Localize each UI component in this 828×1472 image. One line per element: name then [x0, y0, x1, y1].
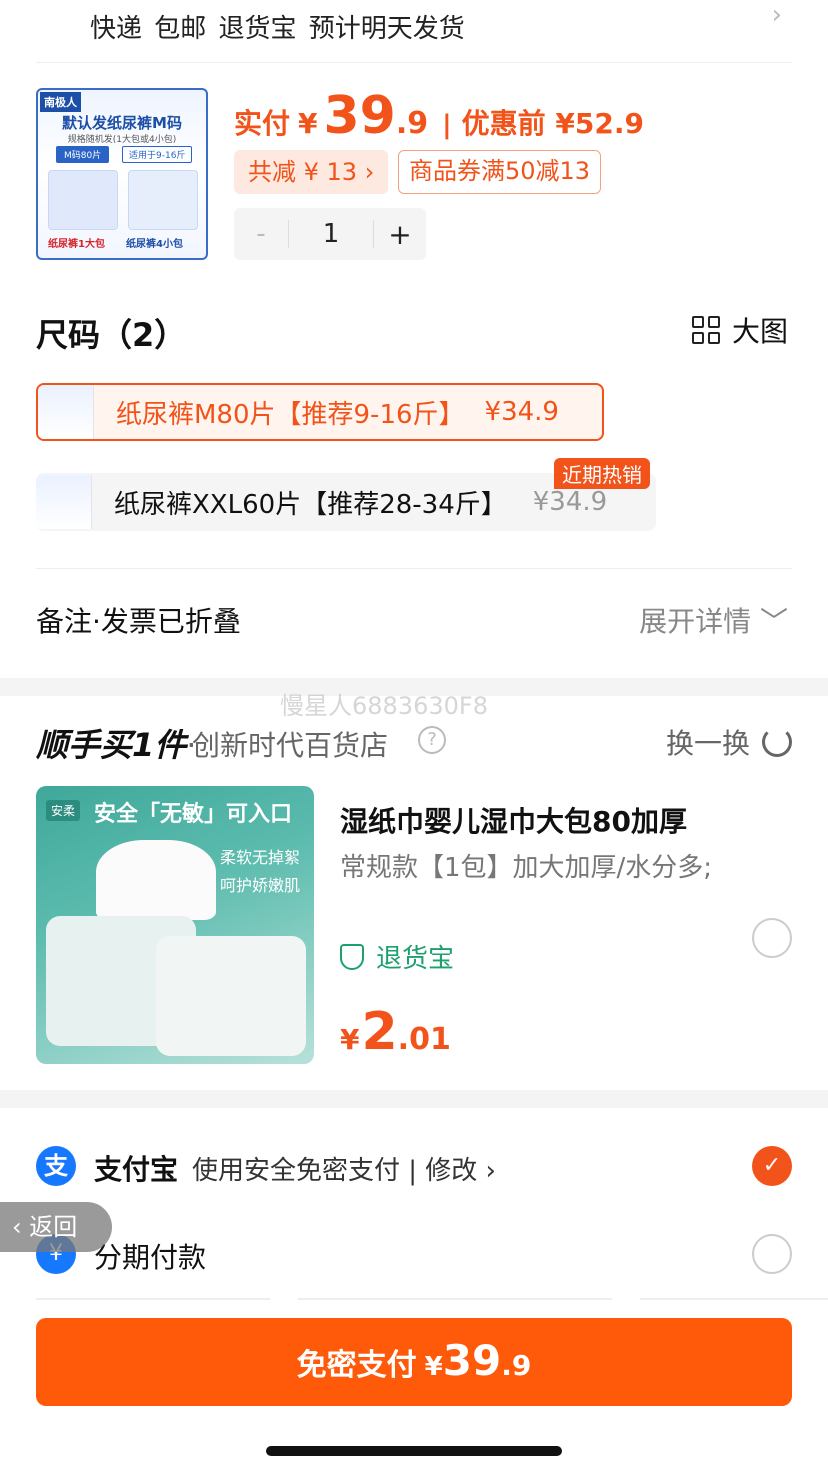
- payment-dividers: [0, 1298, 828, 1300]
- shield-check-icon: [340, 943, 364, 970]
- option-price: ¥34.9: [484, 397, 559, 427]
- add-wipes-radio[interactable]: [752, 918, 792, 958]
- image-label-left: 纸尿裤1大包: [48, 239, 105, 250]
- price-separator: |: [442, 110, 452, 140]
- divider: [640, 1298, 828, 1300]
- refresh-icon: [762, 727, 792, 757]
- alipay-icon: 支: [36, 1146, 76, 1186]
- return-label: 退货宝: [376, 944, 455, 974]
- wipes-spec: 常规款【1包】加大加厚/水分多;: [340, 853, 713, 883]
- divider: [36, 62, 792, 63]
- option-thumbnail: [38, 385, 94, 439]
- product-image[interactable]: 南极人 默认发纸尿裤M码 规格随机发(1大包或4小包) M码80片 适用于9-1…: [36, 88, 208, 260]
- quantity-stepper: - 1 +: [234, 208, 426, 260]
- image-size-tag: M码80片: [56, 146, 110, 163]
- wipes-title[interactable]: 湿纸巾婴儿湿巾大包80加厚: [340, 800, 687, 840]
- quantity-value[interactable]: 1: [289, 219, 373, 249]
- price-label: 实付: [234, 107, 291, 140]
- installment-radio[interactable]: [752, 1234, 792, 1274]
- divider: [36, 568, 792, 569]
- image-headline: 安全「无敏」可入口: [94, 802, 293, 827]
- option-name: 纸尿裤M80片【推荐9-16斤】: [116, 399, 465, 430]
- package-illustration: [128, 170, 198, 230]
- image-weight-tag: 适用于9-16斤: [122, 146, 193, 163]
- back-button[interactable]: ‹ 返回: [0, 1202, 112, 1252]
- shipping-info: 快递 包邮 退货宝 预计明天发货: [90, 14, 465, 44]
- divider: [298, 1298, 612, 1300]
- wipes-price: ¥ 2 .01: [340, 1002, 451, 1062]
- grid-icon: [691, 316, 720, 344]
- option-thumbnail: [36, 475, 92, 529]
- increase-button[interactable]: +: [374, 218, 426, 251]
- image-feature: 柔软无掉絮: [219, 848, 300, 867]
- shop-name[interactable]: 创新时代百货店: [192, 724, 388, 764]
- price-decimal: .9: [395, 106, 429, 141]
- alipay-label[interactable]: 支付宝: [94, 1148, 178, 1188]
- original-price: 优惠前 ¥52.9: [461, 107, 644, 140]
- currency-symbol: ¥: [298, 107, 318, 140]
- package-illustration: [156, 936, 306, 1056]
- brand-logo: 安柔: [46, 800, 81, 821]
- watermark: 慢星人6883630F8: [280, 692, 488, 720]
- note-invoice-label: 备注·发票已折叠: [36, 605, 241, 638]
- decrease-button[interactable]: -: [234, 219, 288, 249]
- installment-label[interactable]: 分期付款: [94, 1236, 206, 1276]
- home-indicator[interactable]: [266, 1446, 562, 1456]
- discount-chip[interactable]: 共减 ¥ 13 ›: [234, 150, 389, 194]
- brand-logo: 南极人: [40, 92, 81, 112]
- package-illustration: [48, 170, 118, 230]
- image-label-right: 纸尿裤4小包: [126, 239, 183, 250]
- help-icon[interactable]: ?: [418, 726, 446, 754]
- price-integer: 39: [323, 86, 396, 146]
- shipping-chevron-icon[interactable]: ›: [772, 0, 782, 30]
- return-guarantee: 退货宝: [340, 938, 454, 975]
- big-image-label: 大图: [731, 315, 788, 348]
- option-name: 纸尿裤XXL60片【推荐28-34斤】: [114, 489, 507, 520]
- tissue-illustration: [96, 840, 216, 920]
- big-image-toggle[interactable]: 大图: [691, 310, 788, 350]
- hot-sale-badge: 近期热销: [554, 458, 650, 489]
- price-row: 实付 ¥ 39 .9 | 优惠前 ¥52.9: [234, 86, 644, 146]
- size-option-m80[interactable]: 纸尿裤M80片【推荐9-16斤】 ¥34.9: [36, 383, 604, 441]
- expand-details-button[interactable]: 展开详情 ﹀: [639, 600, 788, 640]
- divider: [36, 1298, 270, 1300]
- swap-label: 换一换: [665, 727, 750, 760]
- alipay-desc[interactable]: 使用安全免密支付 | 修改 ›: [192, 1150, 496, 1187]
- buy-one-more-title: 顺手买1件·: [36, 726, 197, 764]
- size-section-title: 尺码（2）: [36, 316, 187, 354]
- wipes-product-image[interactable]: 安柔 安全「无敏」可入口 柔软无掉絮 呵护娇嫩肌: [36, 786, 314, 1064]
- pay-button[interactable]: 免密支付 ¥ 39 .9: [36, 1318, 792, 1406]
- swap-button[interactable]: 换一换: [666, 722, 792, 762]
- image-title: 默认发纸尿裤M码: [62, 114, 182, 132]
- coupon-chip[interactable]: 商品券满50减13: [398, 150, 602, 194]
- image-feature: 呵护娇嫩肌: [219, 876, 300, 895]
- section-gap: [0, 1090, 828, 1108]
- alipay-selected-check-icon[interactable]: ✓: [752, 1146, 792, 1186]
- checkout-page: 快递 包邮 退货宝 预计明天发货 › 南极人 默认发纸尿裤M码 规格随机发(1大…: [0, 0, 828, 1472]
- option-price: ¥34.9: [532, 487, 608, 517]
- image-subtitle: 规格随机发(1大包或4小包): [67, 135, 177, 145]
